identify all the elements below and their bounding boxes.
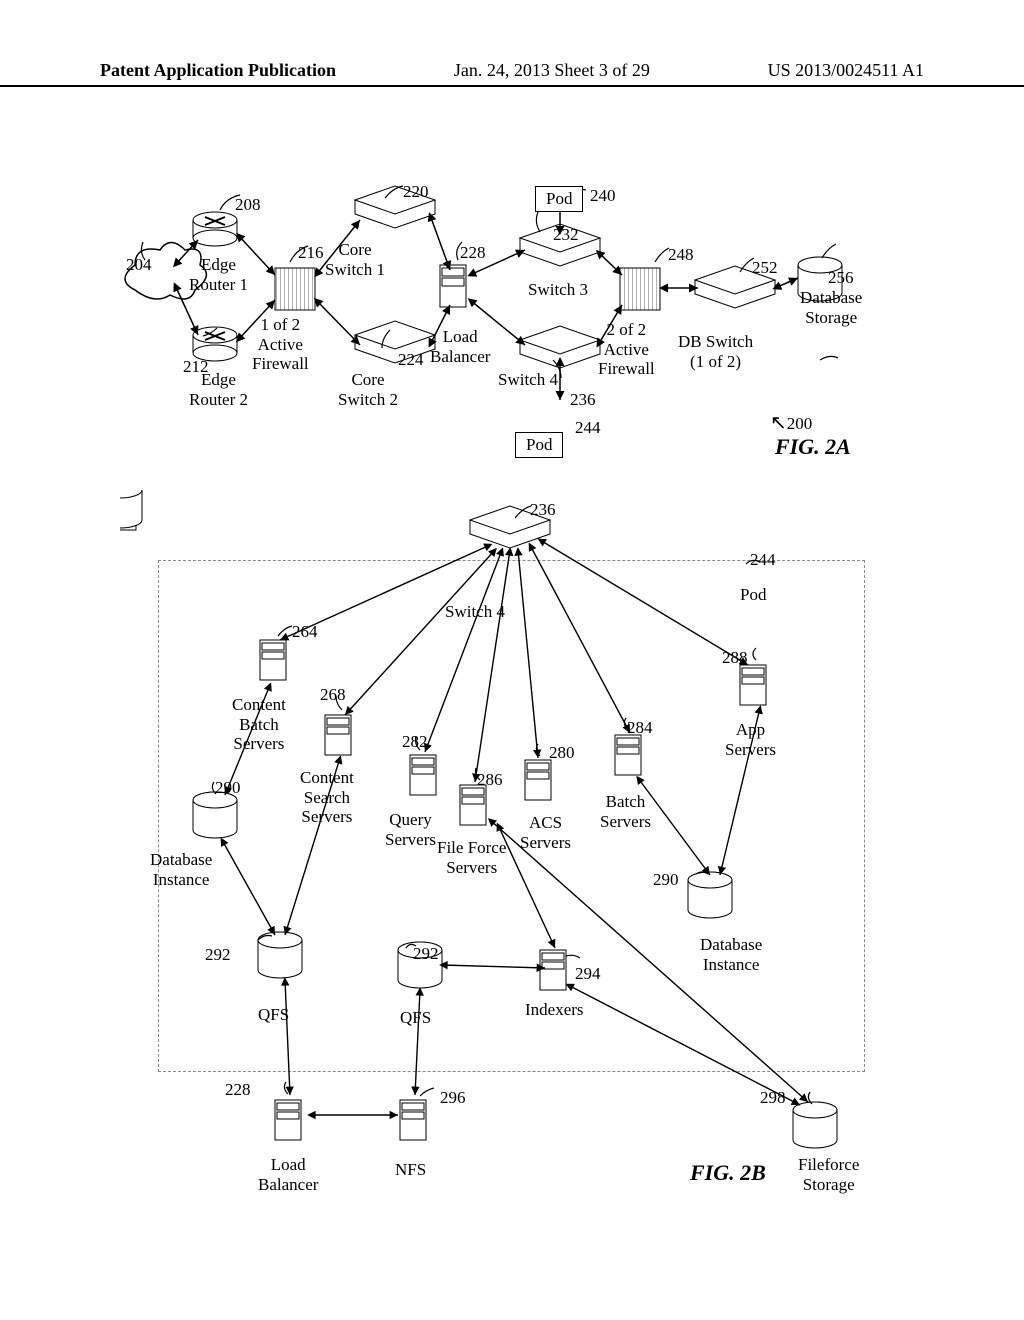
ref-298: 298 [760, 1088, 786, 1108]
fw2: 2 of 2 Active Firewall [598, 320, 655, 379]
ref-228b: 228 [225, 1080, 251, 1100]
ffst: Fileforce Storage [798, 1155, 859, 1194]
ref-286: 286 [477, 770, 503, 790]
sw3: Switch 3 [528, 280, 588, 300]
sw4b: Switch 4 [445, 602, 505, 622]
core2: Core Switch 2 [338, 370, 398, 409]
sw4: Switch 4 [498, 370, 558, 390]
ref-208: 208 [235, 195, 261, 215]
pod-lbl: Pod [740, 585, 766, 605]
edge1: Edge Router 1 [189, 255, 248, 294]
ref-292a: 292 [205, 945, 231, 965]
ref-264: 264 [292, 622, 318, 642]
fig2b-title: FIG. 2B [690, 1160, 766, 1186]
pod2: Pod [515, 432, 563, 458]
ref-220: 220 [403, 182, 429, 202]
core1: Core Switch 1 [325, 240, 385, 279]
ref-216: 216 [298, 243, 324, 263]
ref-296: 296 [440, 1088, 466, 1108]
nfs: NFS [395, 1160, 426, 1180]
ref-268: 268 [320, 685, 346, 705]
fig2a-title: FIG. 2A [775, 434, 851, 460]
qs: Query Servers [385, 810, 436, 849]
edge2: Edge Router 2 [189, 370, 248, 409]
fw1: 1 of 2 Active Firewall [252, 315, 309, 374]
ref-228: 228 [460, 243, 486, 263]
aps: App Servers [725, 720, 776, 759]
ref-284: 284 [627, 718, 653, 738]
ref-200: ↖200 [770, 412, 812, 435]
page-header: Patent Application Publication Jan. 24, … [0, 60, 1024, 87]
lb-b: Load Balancer [258, 1155, 318, 1194]
ref-292b: 292 [413, 944, 439, 964]
dbs: DB Switch (1 of 2) [678, 332, 753, 371]
hdr-left: Patent Application Publication [100, 60, 336, 81]
ref-240: 240 [590, 186, 616, 206]
fig2b-svg [120, 490, 910, 1210]
ref-244: 244 [575, 418, 601, 438]
bs: Batch Servers [600, 792, 651, 831]
pod1: Pod [535, 186, 583, 212]
ref-282: 282 [402, 732, 428, 752]
ref-224: 224 [398, 350, 424, 370]
qfs1: QFS [258, 1005, 289, 1025]
cbs: Content Batch Servers [232, 695, 286, 754]
ffs: File Force Servers [437, 838, 506, 877]
css: Content Search Servers [300, 768, 354, 827]
hdr-mid: Jan. 24, 2013 Sheet 3 of 29 [454, 60, 650, 81]
ref-252: 252 [752, 258, 778, 278]
ref-290b: 290 [653, 870, 679, 890]
ref-294: 294 [575, 964, 601, 984]
ref-288: 288 [722, 648, 748, 668]
idx: Indexers [525, 1000, 584, 1020]
ref-256: 256 [828, 268, 854, 288]
ref-244b: 244 [750, 550, 776, 570]
ref-248: 248 [668, 245, 694, 265]
ref-280: 280 [549, 743, 575, 763]
hdr-right: US 2013/0024511 A1 [768, 60, 924, 81]
dbst: Database Storage [800, 288, 862, 327]
qfs2: QFS [400, 1008, 431, 1028]
acs: ACS Servers [520, 813, 571, 852]
ref-204: 204 [126, 255, 152, 275]
ref-236b: 236 [530, 500, 556, 520]
ref-290a: 290 [215, 778, 241, 798]
ref-236: 236 [570, 390, 596, 410]
ref-232: 232 [553, 225, 579, 245]
dbi1: Database Instance [150, 850, 212, 889]
lb-a: Load Balancer [430, 327, 490, 366]
dbi2: Database Instance [700, 935, 762, 974]
